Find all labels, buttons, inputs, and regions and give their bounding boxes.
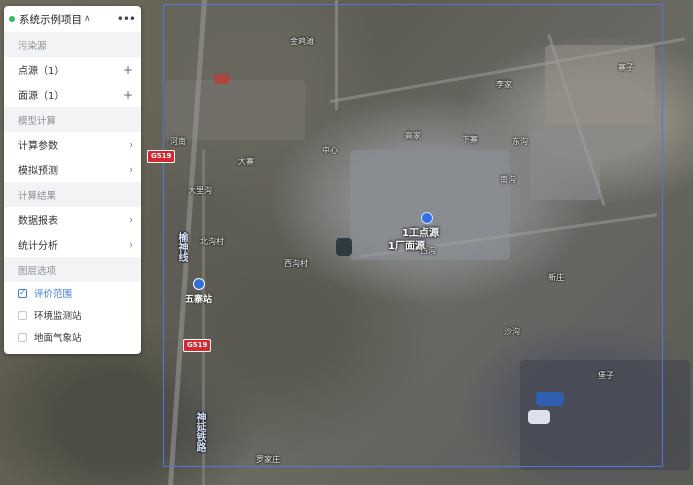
area-source-item[interactable]: 面源（1） + (4, 82, 141, 107)
data-report-item[interactable]: 数据报表 › (4, 207, 141, 232)
chevron-right-icon: › (129, 163, 133, 176)
checkbox[interactable] (18, 310, 27, 320)
place-label: 大里沟 (188, 186, 212, 195)
chevron-right-icon: › (129, 238, 133, 251)
data-report-label: 数据报表 (18, 216, 58, 227)
layer-label: 环境监测站 (34, 311, 82, 322)
section-results: 计算结果 (4, 182, 141, 207)
place-label: 新庄 (548, 273, 564, 282)
more-icon[interactable]: ••• (117, 12, 136, 26)
place-label: 南沟 (500, 175, 516, 184)
layer-label: 评价范围 (34, 289, 73, 300)
chevron-right-icon: › (129, 213, 133, 226)
place-label: 东沟 (512, 137, 528, 146)
place-label: 北沟村 (200, 237, 224, 246)
add-icon[interactable]: + (123, 88, 133, 102)
add-icon[interactable]: + (123, 63, 133, 77)
panel-header[interactable]: 系统示例项目 ∧ ••• (4, 6, 141, 32)
layer-weather-station[interactable]: 地面气象站 (4, 326, 141, 348)
checkbox[interactable] (18, 332, 27, 342)
point-source-marker-icon[interactable] (421, 212, 433, 224)
statistics-item[interactable]: 统计分析 › (4, 232, 141, 257)
place-label: 金鸡滩 (290, 37, 314, 46)
status-dot-icon (9, 16, 15, 22)
chevron-right-icon: › (129, 138, 133, 151)
chevron-up-icon[interactable]: ∧ (84, 14, 91, 24)
station-label: 五寨站 (185, 295, 213, 305)
area-source-label: 1厂面源 (388, 241, 425, 252)
place-label: 河南 (170, 137, 186, 146)
statistics-label: 统计分析 (18, 241, 58, 252)
place-label: 沙沟 (504, 327, 520, 336)
place-label: 寨子 (618, 63, 634, 72)
railway-label: 榆神线 (176, 232, 187, 262)
point-source-label: 点源（1） (18, 66, 65, 77)
section-pollution-sources: 污染源 (4, 32, 141, 57)
place-label: 罗家庄 (256, 455, 280, 464)
highway-shield: G519 (147, 150, 176, 163)
highway-shield: G519 (183, 339, 212, 352)
station-icon[interactable] (193, 278, 205, 290)
place-label: 李家 (496, 80, 512, 89)
section-model-calculation: 模型计算 (4, 107, 141, 132)
railway-label: 神延铁路 (194, 412, 205, 452)
project-title[interactable]: 系统示例项目 (19, 12, 82, 27)
place-label: 下寨 (462, 135, 478, 144)
calc-params-label: 计算参数 (18, 141, 58, 152)
point-source-item[interactable]: 点源（1） + (4, 57, 141, 82)
layer-evaluation-range[interactable]: ✓ 评价范围 (4, 282, 141, 304)
place-label: 高家 (405, 131, 421, 140)
calc-params-item[interactable]: 计算参数 › (4, 132, 141, 157)
simulation-label: 模拟预测 (18, 166, 58, 177)
layer-monitoring-station[interactable]: 环境监测站 (4, 304, 141, 326)
place-label: 西沟村 (284, 259, 308, 268)
project-panel: 系统示例项目 ∧ ••• 污染源 点源（1） + 面源（1） + 模型计算 计算… (4, 6, 141, 354)
section-layer-options: 图层选项 (4, 257, 141, 282)
place-label: 堡子 (598, 371, 614, 380)
checkbox-checked[interactable]: ✓ (18, 288, 27, 298)
place-label: 大寨 (238, 157, 254, 166)
place-label: 中心 (322, 146, 338, 155)
layer-label: 地面气象站 (34, 333, 82, 344)
simulation-item[interactable]: 模拟预测 › (4, 157, 141, 182)
area-source-label: 面源（1） (18, 91, 65, 102)
